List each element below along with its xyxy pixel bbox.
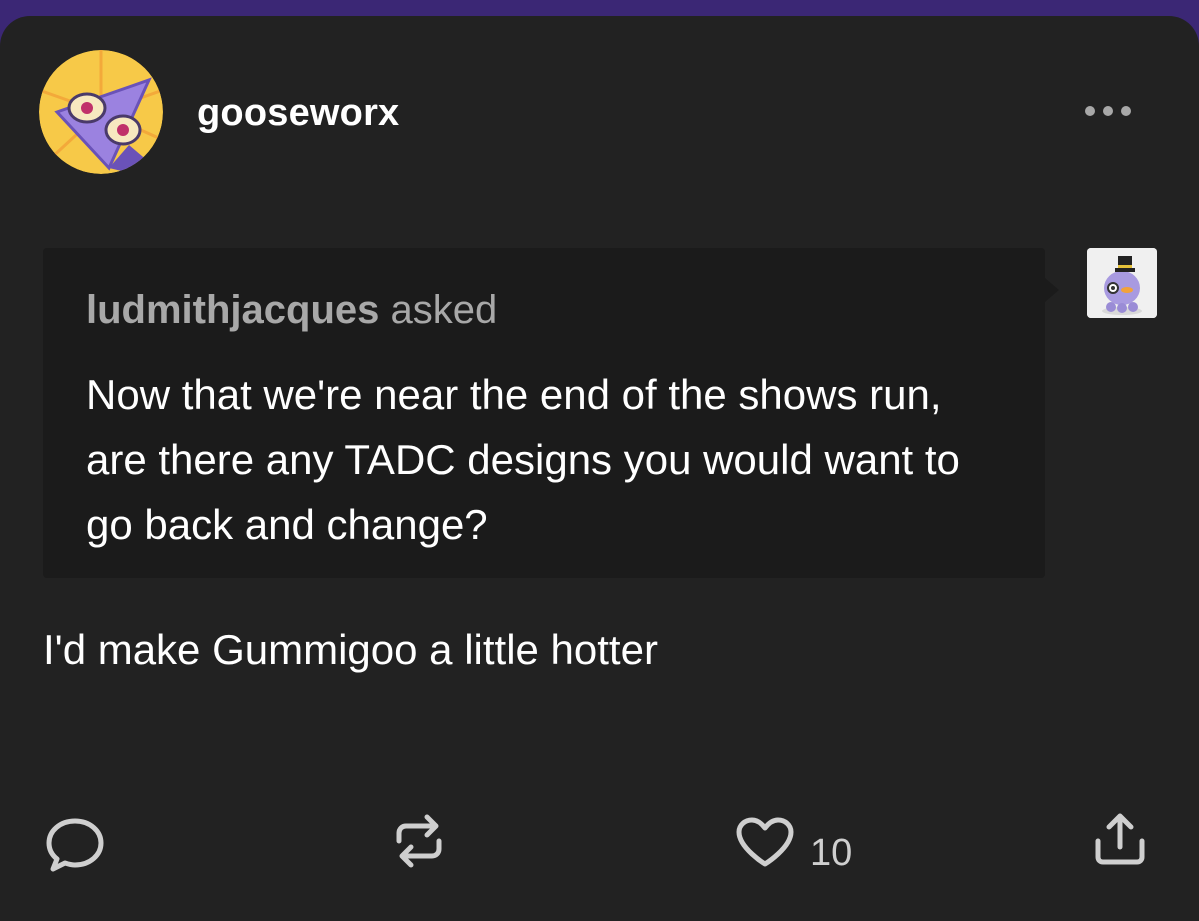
asked-label: asked xyxy=(390,288,498,332)
ask-pointer xyxy=(1045,278,1059,302)
like-button[interactable] xyxy=(735,816,795,868)
like-count: 10 xyxy=(810,832,853,874)
share-icon xyxy=(1095,813,1145,865)
ask-question: Now that we're near the end of the shows… xyxy=(86,371,960,548)
more-options-button[interactable] xyxy=(1080,96,1140,126)
heart-icon xyxy=(736,817,794,867)
asker-name[interactable]: ludmithjacques xyxy=(86,288,379,332)
reply-button[interactable] xyxy=(44,816,106,874)
asker-avatar[interactable] xyxy=(1087,248,1157,318)
reply-icon xyxy=(46,818,104,872)
reblog-button[interactable] xyxy=(391,811,447,871)
author-avatar[interactable] xyxy=(39,50,163,174)
answer-text: I'd make Gummigoo a little hotter xyxy=(43,626,658,673)
more-icon xyxy=(1085,106,1131,116)
ask-header: ludmithjacques asked xyxy=(86,288,497,333)
post-card: gooseworx ludmithjacques asked Now that … xyxy=(0,16,1199,921)
reblog-icon xyxy=(396,814,442,868)
author-name[interactable]: gooseworx xyxy=(197,92,399,135)
ask-box: ludmithjacques asked Now that we're near… xyxy=(43,248,1045,578)
share-button[interactable] xyxy=(1092,811,1148,867)
